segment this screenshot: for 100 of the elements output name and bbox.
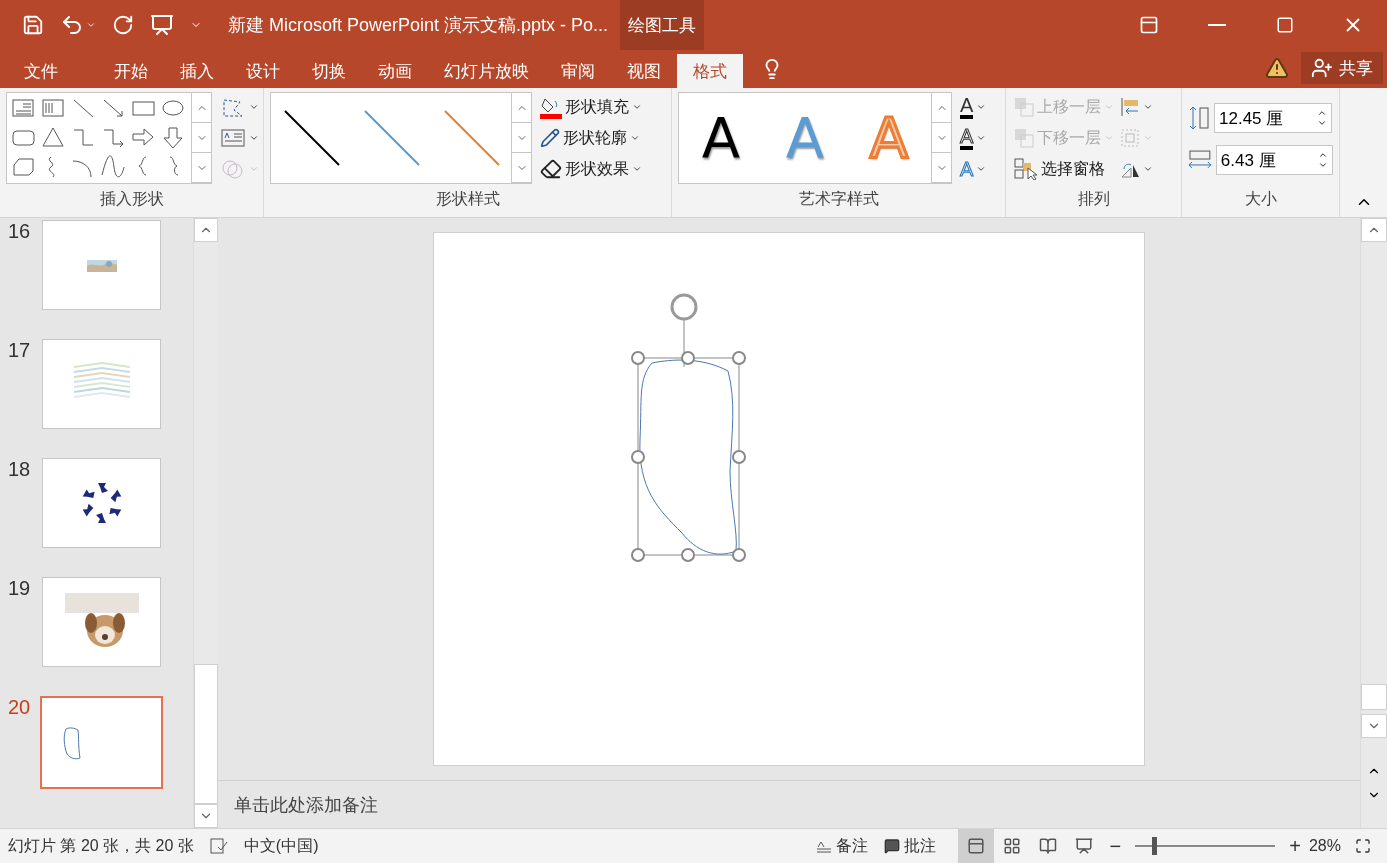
caret-icon [630, 133, 640, 143]
context-tab-title: 绘图工具 [620, 0, 705, 50]
ribbon-tab[interactable]: 视图 [611, 54, 677, 88]
ribbon-tab[interactable]: 切换 [296, 54, 362, 88]
ribbon-tab[interactable]: 设计 [230, 54, 296, 88]
chevron-down-icon [1317, 118, 1327, 128]
ribbon-tab[interactable]: 文件 [8, 54, 74, 88]
zoom-out-button[interactable]: − [1101, 834, 1130, 858]
save-icon [22, 14, 44, 36]
presentation-icon [1074, 837, 1093, 855]
scrollbar-thumb[interactable] [194, 664, 218, 804]
group-label: 艺术字样式 [797, 189, 880, 209]
wordart-sample[interactable]: A [701, 110, 741, 166]
shape-effects-button[interactable]: 形状效果 [538, 154, 644, 184]
slide-thumbnail[interactable] [42, 339, 161, 429]
scroll-down-button[interactable] [1361, 714, 1387, 738]
warning-icon[interactable] [1265, 56, 1289, 80]
notes-placeholder[interactable]: 单击此处添加备注 [234, 792, 378, 817]
scroll-up-button[interactable] [1361, 218, 1387, 242]
presentation-icon [150, 13, 174, 37]
shape-outline-button[interactable]: 形状轮廓 [538, 123, 644, 153]
layers-icon [1014, 127, 1034, 149]
caret-icon [1104, 133, 1114, 143]
chevron-up-icon [1317, 108, 1327, 118]
normal-view-button[interactable] [957, 829, 994, 863]
grid-icon [1002, 837, 1021, 855]
caret-icon [249, 102, 259, 112]
layers-icon [1014, 96, 1034, 118]
caret-icon [632, 164, 642, 174]
language-label[interactable]: 中文(中国) [243, 835, 319, 857]
chevron-up-icon [1318, 150, 1328, 160]
wordart-gallery[interactable]: A A A [678, 92, 952, 184]
window-icon [1139, 15, 1159, 35]
caret-icon [1143, 164, 1153, 174]
width-field[interactable]: 6.43 厘 [1215, 145, 1333, 175]
freeform-shape-icon [62, 725, 81, 760]
caret-icon [1143, 102, 1153, 112]
slide-thumbnail[interactable] [40, 696, 163, 789]
ribbon-tab[interactable]: 开始 [98, 54, 164, 88]
group-label: 形状样式 [434, 189, 501, 209]
pencil-icon [540, 128, 560, 148]
width-icon [1188, 149, 1212, 171]
share-button[interactable]: 共享 [1301, 52, 1383, 84]
ribbon-tab[interactable]: 格式 [677, 54, 743, 88]
comments-button[interactable]: 批注 [875, 835, 944, 857]
merge-shapes-icon [220, 158, 246, 180]
fit-to-window-icon[interactable] [1355, 838, 1371, 854]
minimize-icon [1208, 24, 1226, 26]
height-field[interactable]: 12.45 厘 [1214, 103, 1332, 133]
slide-thumbnail[interactable] [42, 220, 161, 310]
height-icon [1188, 106, 1210, 130]
caret-icon [86, 20, 96, 30]
window-icon [966, 837, 985, 855]
scroll-up-button[interactable] [194, 218, 218, 242]
caret-icon [976, 102, 987, 112]
slide-thumbnail[interactable] [42, 458, 161, 548]
group-label: 插入形状 [98, 189, 165, 209]
scrollbar-thumb[interactable] [1361, 684, 1387, 710]
selection-pane-button[interactable]: 选择窗格 [1012, 154, 1116, 184]
user-plus-icon [1311, 57, 1333, 79]
redo-icon [112, 14, 134, 36]
group-label: 排列 [1076, 189, 1111, 209]
eraser-icon [540, 158, 562, 180]
zoom-percent[interactable]: 28% [1308, 837, 1341, 855]
zoom-slider-thumb[interactable] [1152, 837, 1158, 855]
slide-number: 18 [8, 458, 32, 482]
undo-icon [60, 13, 84, 37]
comment-icon [883, 838, 900, 854]
shape-fill-button[interactable]: 形状填充 [538, 92, 644, 122]
ribbon-tab[interactable]: 插入 [164, 54, 230, 88]
slide-number: 17 [8, 339, 32, 363]
selection-pane-icon [1014, 158, 1038, 180]
spell-check-icon[interactable] [209, 838, 228, 854]
shape-gallery[interactable] [6, 92, 212, 184]
chevron-down-icon [1318, 160, 1328, 170]
slide-number: 16 [8, 220, 32, 244]
slide-number: 20 [8, 696, 32, 720]
caret-icon [976, 164, 987, 174]
book-icon [1038, 837, 1057, 855]
group-label: 大小 [1243, 189, 1278, 209]
caret-icon [1104, 102, 1114, 112]
notes-button[interactable]: 备注 [807, 835, 876, 857]
zoom-in-button[interactable]: + [1281, 834, 1309, 858]
group-icon [1120, 128, 1140, 148]
ribbon-tab[interactable]: 动画 [362, 54, 428, 88]
slide-thumbnail[interactable] [42, 577, 161, 667]
caret-icon [1143, 133, 1153, 143]
scroll-down-button[interactable] [194, 804, 218, 828]
text-fill-button[interactable]: A [958, 92, 989, 122]
shape-icon[interactable] [99, 153, 127, 181]
align-icon [1120, 97, 1140, 117]
ribbon-tab[interactable]: 审阅 [545, 54, 611, 88]
slide-number: 19 [8, 577, 32, 601]
notes-icon [815, 839, 832, 853]
caret-icon [249, 133, 259, 143]
window-title: 新建 Microsoft PowerPoint 演示文稿.pptx - Po... [228, 14, 609, 37]
caret-icon [249, 164, 259, 174]
ribbon-tab[interactable]: 幻灯片放映 [428, 54, 545, 88]
slide-info: 幻灯片 第 20 张，共 20 张 [8, 835, 194, 856]
text-box-icon [220, 127, 246, 149]
